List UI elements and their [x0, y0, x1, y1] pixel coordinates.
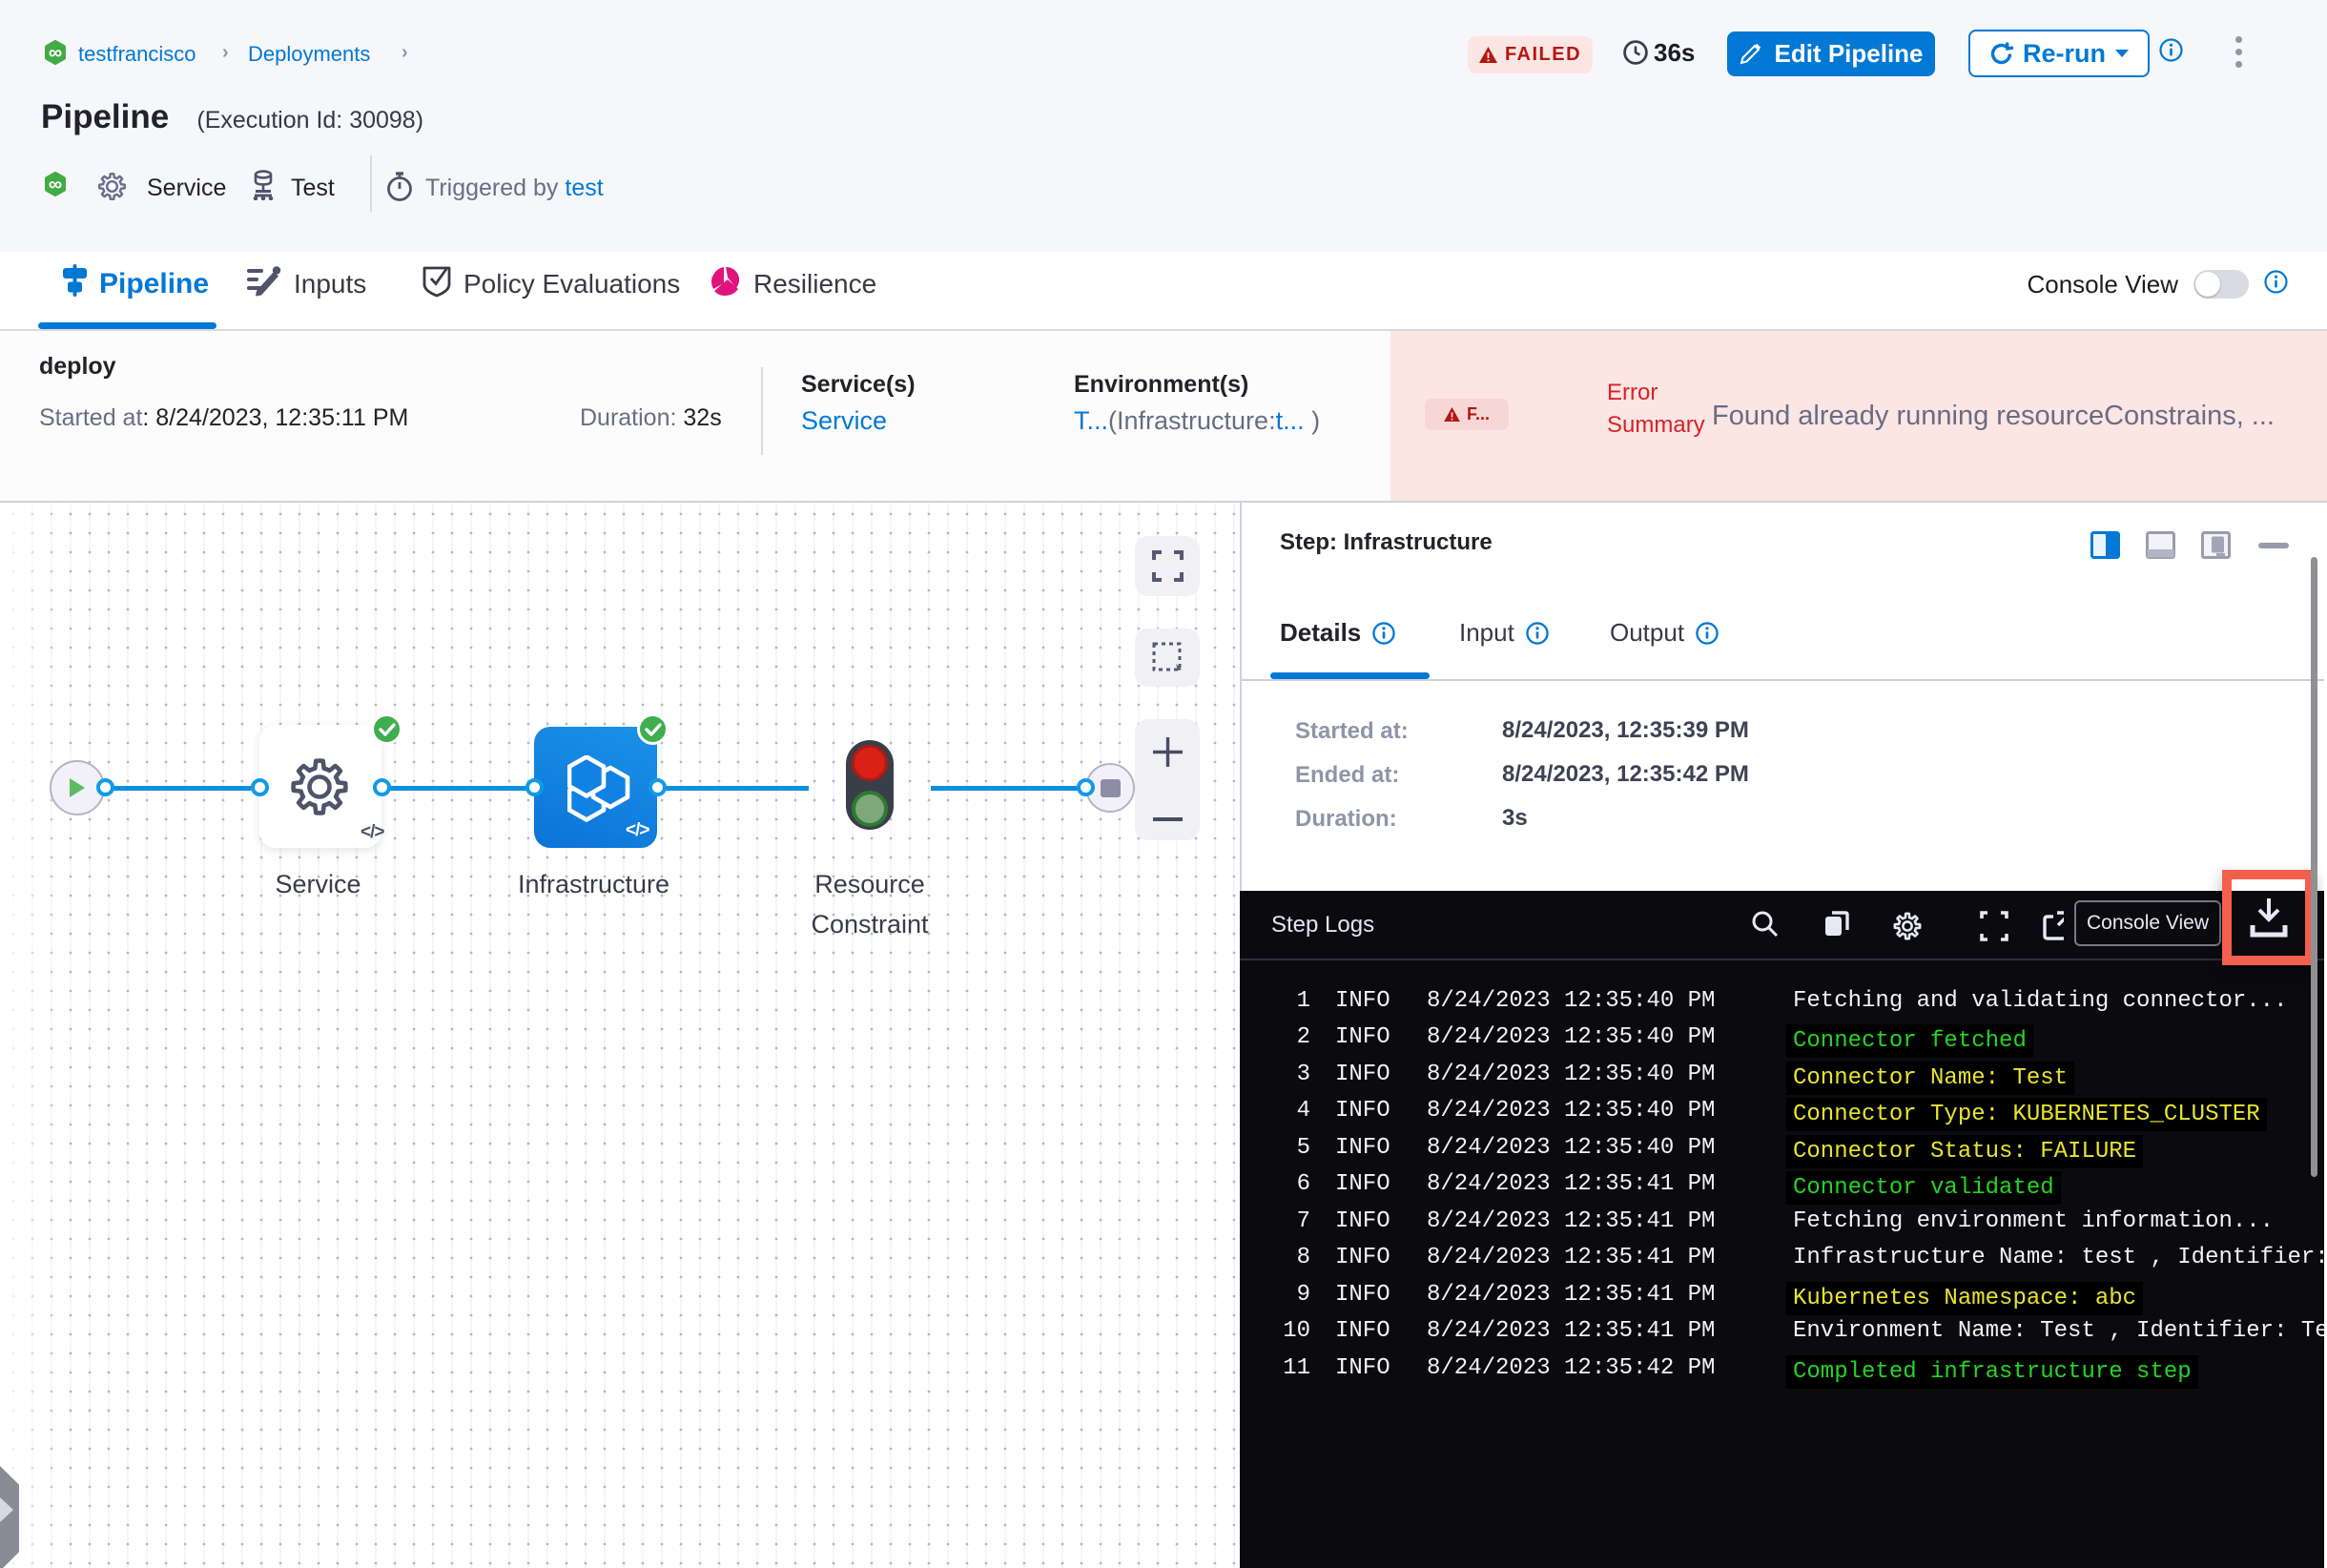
svg-text:∞: ∞	[49, 175, 62, 196]
svg-text:∞: ∞	[49, 43, 62, 64]
